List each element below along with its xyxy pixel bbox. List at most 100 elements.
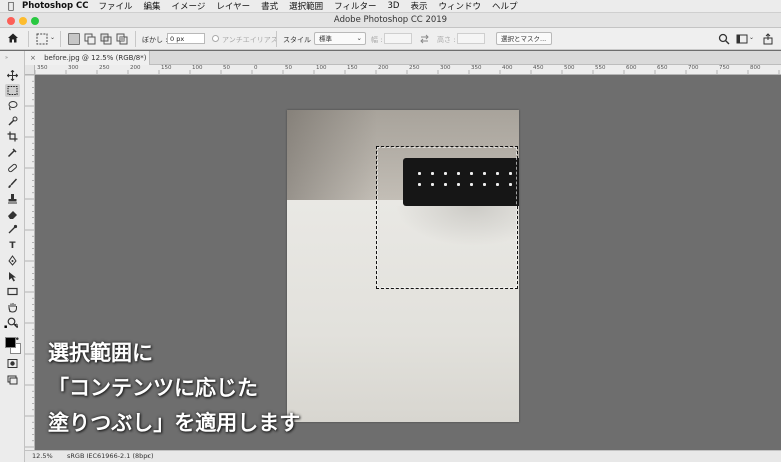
- chevron-down-icon[interactable]: ⌄: [749, 34, 754, 41]
- document-tab-bar: × before.jpg @ 12.5% (RGB/8*): [25, 51, 781, 65]
- ruler-label: 50: [223, 65, 230, 71]
- gradient-tool-icon[interactable]: [5, 223, 20, 236]
- intersect-selection-mode-icon[interactable]: [116, 33, 129, 45]
- menu-filter[interactable]: フィルター: [334, 0, 376, 12]
- menu-select[interactable]: 選択範囲: [289, 0, 323, 12]
- document-tab-label: before.jpg @ 12.5% (RGB/8*): [44, 54, 147, 62]
- ruler-label: 650: [657, 65, 668, 71]
- separator: [28, 31, 29, 47]
- ruler-label: 150: [347, 65, 358, 71]
- home-icon[interactable]: [6, 31, 20, 45]
- caption-line-3: 塗りつぶし」を適用します: [48, 411, 301, 435]
- quick-selection-tool-icon[interactable]: [5, 115, 20, 128]
- move-tool-icon[interactable]: [5, 69, 20, 82]
- ruler-label: 250: [409, 65, 420, 71]
- clone-stamp-tool-icon[interactable]: [5, 192, 20, 205]
- swap-colors-icon[interactable]: ↰: [14, 323, 19, 330]
- document-profile: sRGB IEC61966-2.1 (8bpc): [67, 452, 154, 460]
- height-input[interactable]: [457, 33, 485, 44]
- ruler-label: 800: [750, 65, 761, 71]
- type-tool-icon[interactable]: T: [5, 239, 20, 252]
- vertical-ruler-ticks: [25, 75, 34, 448]
- caption-line-2: 「コンテンツに応じた: [48, 376, 258, 400]
- separator: [276, 31, 277, 47]
- ruler-label: 500: [564, 65, 575, 71]
- tutorial-caption: 選択範囲に 「コンテンツに応じた 塗りつぶし」を適用します: [48, 336, 300, 441]
- collapse-panel-icon[interactable]: »: [5, 55, 8, 61]
- ruler-label: 300: [68, 65, 79, 71]
- workspace-icon[interactable]: [736, 33, 748, 45]
- quick-mask-icon[interactable]: [5, 357, 20, 370]
- width-label: 幅 :: [371, 36, 383, 44]
- antialias-checkbox[interactable]: [212, 35, 219, 42]
- separator: [135, 31, 136, 47]
- menu-window[interactable]: ウィンドウ: [438, 0, 481, 12]
- ruler-label: 600: [626, 65, 637, 71]
- crop-tool-icon[interactable]: [5, 130, 20, 143]
- width-input[interactable]: [384, 33, 412, 44]
- add-selection-mode-icon[interactable]: [84, 33, 97, 45]
- path-selection-tool-icon[interactable]: [5, 270, 20, 283]
- ruler-label: 700: [688, 65, 699, 71]
- default-colors-icon[interactable]: ▪: [4, 324, 7, 330]
- ruler-label: 350: [37, 65, 48, 71]
- menu-file[interactable]: ファイル: [99, 0, 133, 12]
- feather-input[interactable]: 0 px: [167, 33, 205, 44]
- ruler-label: 150: [161, 65, 172, 71]
- vertical-ruler[interactable]: [25, 75, 35, 452]
- caption-line-1: 選択範囲に: [48, 341, 153, 365]
- feather-label: ぼかし :: [142, 36, 168, 44]
- ruler-label: 100: [316, 65, 327, 71]
- menu-view[interactable]: 表示: [410, 0, 427, 12]
- new-selection-mode-button[interactable]: [68, 33, 80, 45]
- rectangle-tool-icon[interactable]: [5, 285, 20, 298]
- eraser-tool-icon[interactable]: [5, 208, 20, 221]
- screen-mode-icon[interactable]: [5, 373, 20, 386]
- ruler-label: 200: [130, 65, 141, 71]
- lasso-tool-icon[interactable]: [5, 99, 20, 112]
- hand-tool-icon[interactable]: [5, 301, 20, 314]
- status-menu-arrow[interactable]: ›: [147, 451, 150, 462]
- eyedropper-tool-icon[interactable]: [5, 146, 20, 159]
- brush-tool-icon[interactable]: [5, 177, 20, 190]
- menu-edit[interactable]: 編集: [144, 0, 161, 12]
- ruler-label: 300: [440, 65, 451, 71]
- horizontal-ruler-ticks: [35, 70, 780, 74]
- options-bar: ⌄ ぼかし : 0 px アンチエイリアス スタイル : 標準 ⌄ 幅 : 高さ…: [0, 28, 781, 50]
- separator: [60, 31, 61, 47]
- style-select[interactable]: 標準 ⌄: [314, 32, 366, 45]
- menu-type[interactable]: 書式: [261, 0, 278, 12]
- mac-menubar:  Photoshop CC ファイル 編集 イメージ レイヤー 書式 選択範囲…: [0, 0, 781, 13]
- close-tab-icon[interactable]: ×: [30, 54, 36, 62]
- menu-help[interactable]: ヘルプ: [492, 0, 518, 12]
- chevron-down-icon: ⌄: [356, 34, 362, 42]
- share-icon[interactable]: [762, 33, 774, 45]
- ruler-origin[interactable]: [25, 65, 35, 75]
- menu-image[interactable]: イメージ: [172, 0, 206, 12]
- search-icon[interactable]: [718, 33, 730, 45]
- swap-dimensions-icon[interactable]: [419, 34, 430, 44]
- menu-layer[interactable]: レイヤー: [216, 0, 250, 12]
- horizontal-ruler[interactable]: 350 300 250 200 150 100 50 0 50 100 150 200 250 300 35…: [35, 65, 781, 75]
- marquee-preset-icon[interactable]: [36, 33, 48, 45]
- status-bar: 12.5% sRGB IEC61966-2.1 (8bpc) ›: [25, 450, 781, 462]
- height-label: 高さ :: [437, 36, 456, 44]
- apple-icon[interactable]: : [0, 1, 22, 12]
- pen-tool-icon[interactable]: [5, 254, 20, 267]
- select-and-mask-button[interactable]: 選択とマスク...: [496, 32, 552, 45]
- subtract-selection-mode-icon[interactable]: [100, 33, 113, 45]
- style-select-value: 標準: [319, 35, 332, 43]
- zoom-level[interactable]: 12.5%: [32, 451, 53, 462]
- menu-3d[interactable]: 3D: [388, 1, 400, 11]
- foreground-color-swatch[interactable]: [5, 337, 16, 348]
- document-tab[interactable]: × before.jpg @ 12.5% (RGB/8*): [25, 51, 150, 65]
- rectangular-marquee-tool-icon[interactable]: [5, 84, 20, 97]
- app-menu[interactable]: Photoshop CC: [22, 1, 89, 11]
- ruler-label: 550: [595, 65, 606, 71]
- ruler-label: 400: [502, 65, 513, 71]
- ruler-label: 200: [378, 65, 389, 71]
- spot-healing-brush-tool-icon[interactable]: [5, 161, 20, 174]
- selection-marquee[interactable]: [376, 146, 518, 289]
- window-title: Adobe Photoshop CC 2019: [333, 15, 448, 25]
- chevron-down-icon[interactable]: ⌄: [50, 34, 55, 41]
